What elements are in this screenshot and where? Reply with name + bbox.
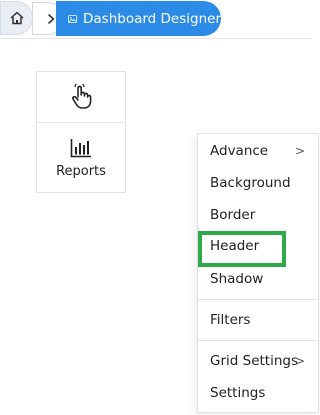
- menu-item-border[interactable]: Border: [210, 207, 255, 223]
- chevron-right-icon: >: [295, 354, 306, 368]
- pointer-tool[interactable]: [37, 72, 125, 123]
- context-menu: Advance > Background Border Header Shado…: [197, 133, 320, 413]
- home-button[interactable]: [0, 1, 33, 35]
- reports-label: Reports: [56, 163, 106, 179]
- top-bar: Dashboard Designer: [0, 0, 312, 39]
- tool-panel: Reports: [36, 71, 126, 193]
- menu-divider: [198, 340, 320, 341]
- menu-item-background[interactable]: Background: [210, 175, 291, 191]
- breadcrumb-current[interactable]: Dashboard Designer: [56, 1, 221, 36]
- chevron-right-icon: >: [295, 144, 306, 158]
- hand-pointer-icon: [72, 84, 92, 109]
- menu-divider: [198, 299, 320, 300]
- menu-item-settings[interactable]: Settings: [210, 385, 265, 401]
- menu-item-filters[interactable]: Filters: [210, 312, 250, 328]
- home-icon: [9, 11, 24, 25]
- menu-item-grid-settings[interactable]: Grid Settings: [210, 353, 298, 369]
- menu-item-header[interactable]: Header: [210, 238, 259, 254]
- image-icon: [68, 14, 77, 23]
- breadcrumb-label: Dashboard Designer: [83, 10, 221, 27]
- reports-tool[interactable]: Reports: [37, 123, 125, 193]
- menu-item-shadow[interactable]: Shadow: [210, 271, 263, 287]
- menu-item-advance[interactable]: Advance: [210, 143, 268, 159]
- bar-chart-icon: [70, 138, 91, 157]
